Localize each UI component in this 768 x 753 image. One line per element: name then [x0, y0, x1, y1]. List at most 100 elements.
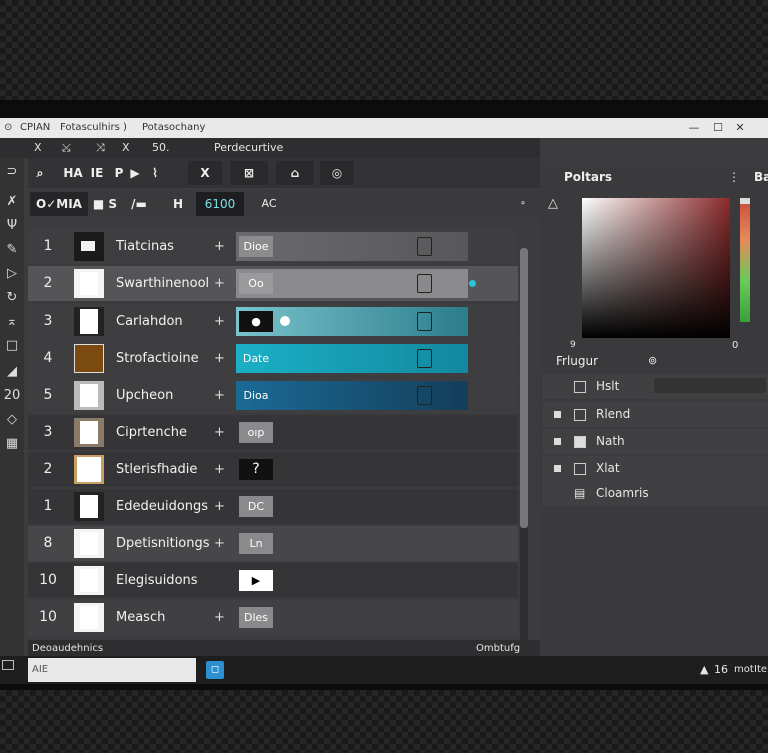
warning-icon[interactable]: △ — [548, 196, 558, 211]
layer-row[interactable]: 2 Stlerisfhadie + ? — [28, 452, 518, 487]
document-icon[interactable] — [417, 274, 432, 293]
cap-icon[interactable]: ⌂ — [276, 161, 314, 185]
add-icon[interactable]: + — [214, 304, 225, 339]
panel-menu-icon[interactable]: ⋮ — [728, 170, 740, 184]
layer-tag[interactable]: ▶ — [239, 570, 273, 591]
hue-slider-handle[interactable] — [740, 198, 750, 204]
shape-icon[interactable]: ◢ — [2, 362, 22, 382]
layer-tag[interactable]: Ln — [239, 533, 273, 554]
add-icon[interactable]: + — [214, 378, 225, 413]
rotate-icon[interactable]: ↻ — [2, 288, 22, 308]
target-icon[interactable]: ◎ — [320, 161, 354, 185]
layer-tag[interactable]: DC — [239, 496, 273, 517]
slider-track[interactable] — [654, 378, 766, 393]
layer-scrollbar-thumb[interactable] — [520, 248, 528, 528]
layer-row[interactable]: 10 Elegisuidons + ▶ — [28, 563, 518, 598]
layer-row[interactable]: 8 Dpetisnitiongs + Ln — [28, 526, 518, 561]
layer-row[interactable]: 10 Measch + Dles — [28, 600, 518, 635]
menu-zoom[interactable]: 50. — [152, 138, 170, 158]
tool-x[interactable]: X — [188, 161, 222, 185]
transform-icon[interactable]: ⊠ — [230, 161, 268, 185]
add-icon[interactable]: + — [214, 341, 225, 376]
close-icon[interactable]: ✕ — [730, 118, 750, 138]
mode-selector[interactable]: O✓MIA — [30, 192, 88, 216]
layer-tag[interactable]: Dioa — [239, 385, 273, 406]
menu-arrow-b[interactable]: ⤨ — [96, 138, 105, 158]
brush-icon[interactable]: ✎ — [2, 240, 22, 260]
lasso-icon[interactable]: ⊃ — [2, 162, 22, 182]
search-icon[interactable]: ⌕ — [32, 161, 48, 185]
tray-up-icon[interactable]: ▲ — [700, 656, 708, 684]
add-icon[interactable]: + — [214, 229, 225, 264]
panel-row[interactable]: Hslt — [542, 374, 768, 399]
diamond-icon[interactable]: ◇ — [2, 410, 22, 430]
add-icon[interactable]: + — [214, 600, 225, 635]
line-tool[interactable]: /▬ — [126, 192, 152, 216]
taskbar-search-input[interactable]: AIE — [28, 658, 196, 682]
play-icon[interactable]: ▶ — [128, 161, 142, 185]
menu-x-mid[interactable]: X — [122, 138, 130, 158]
value-field[interactable]: 6100 — [196, 192, 244, 216]
app-taskbar-icon[interactable]: ◻ — [206, 661, 224, 679]
layer-row[interactable]: 1 Ededeuidongs + DC — [28, 489, 518, 524]
triangle-tool-icon[interactable]: ⌅ — [2, 312, 22, 332]
layer-row[interactable]: 2 Swarthinenool + Oo — [28, 266, 518, 301]
tool-ie[interactable]: IE — [88, 161, 106, 185]
grid-checkbox-icon[interactable] — [574, 381, 586, 393]
maximize-icon[interactable]: ☐ — [708, 118, 728, 138]
layer-tag[interactable]: Dles — [239, 607, 273, 628]
layer-name: Ededeuidongs — [116, 499, 209, 514]
start-icon[interactable] — [2, 660, 14, 670]
panel-row[interactable]: Xlat — [542, 456, 768, 481]
add-icon[interactable]: + — [214, 415, 225, 450]
panel-row[interactable]: ▤ Cloamris — [542, 481, 768, 506]
tool-ha[interactable]: HA — [62, 161, 84, 185]
menu-x-left[interactable]: X — [34, 138, 42, 158]
document-subtitle: Potasochany — [142, 122, 206, 133]
add-icon[interactable]: + — [214, 526, 225, 561]
checkbox[interactable] — [574, 463, 586, 475]
checkbox[interactable] — [574, 409, 586, 421]
play-tool-icon[interactable]: ▷ — [2, 264, 22, 284]
minimize-icon[interactable]: — — [684, 118, 704, 138]
layer-row[interactable]: 3 Carlahdon + ● — [28, 304, 518, 339]
slider-knob-icon[interactable] — [280, 316, 290, 326]
panel-row[interactable]: Nath — [542, 429, 768, 454]
hand-icon[interactable]: Ψ — [2, 216, 22, 236]
layer-row[interactable]: 1 Tiatcinas + Dioe — [28, 229, 518, 264]
color-picker[interactable] — [582, 198, 730, 338]
document-icon[interactable] — [417, 386, 432, 405]
layer-tag[interactable]: oıp — [239, 422, 273, 443]
layer-tag[interactable]: ? — [239, 459, 273, 480]
settings-icon[interactable]: ⊚ — [648, 354, 657, 367]
panel-tab-b[interactable]: Ba — [754, 170, 768, 184]
checkbox[interactable] — [574, 436, 586, 448]
layer-tag[interactable]: ● — [239, 311, 273, 332]
layer-row[interactable]: 3 Ciprtenche + oıp — [28, 415, 518, 450]
document-icon[interactable] — [417, 312, 432, 331]
tool-s[interactable]: ■ S — [92, 192, 118, 216]
panel-row[interactable]: Rlend — [542, 402, 768, 427]
hue-slider[interactable] — [740, 198, 750, 322]
add-icon[interactable]: + — [214, 489, 225, 524]
menu-arrow-a[interactable]: ⤩ — [62, 138, 71, 158]
document-icon[interactable] — [417, 349, 432, 368]
layer-tag[interactable]: Date — [239, 348, 273, 369]
crop-icon[interactable]: ✗ — [2, 192, 22, 212]
tool-ac[interactable]: AC — [256, 192, 282, 216]
frame-icon[interactable]: □ — [2, 336, 22, 356]
tool-p[interactable]: P — [112, 161, 126, 185]
tool-h[interactable]: H — [168, 192, 188, 216]
panel-options-icon[interactable]: ⚬ — [516, 192, 530, 216]
grid-icon[interactable]: ▦ — [2, 434, 22, 454]
layer-row[interactable]: 4 Strofactioine + Date — [28, 341, 518, 376]
curve-icon[interactable]: ⌇ — [146, 161, 164, 185]
layer-list: 1 Tiatcinas + Dioe 2 Swarthinenool + Oo … — [28, 220, 530, 640]
document-icon[interactable] — [417, 237, 432, 256]
number-tool-icon[interactable]: 20 — [2, 386, 22, 406]
layer-tag[interactable]: Dioe — [239, 236, 273, 257]
add-icon[interactable]: + — [214, 266, 225, 301]
add-icon[interactable]: + — [214, 452, 225, 487]
layer-row[interactable]: 5 Upcheon + Dioa — [28, 378, 518, 413]
layer-tag[interactable]: Oo — [239, 273, 273, 294]
